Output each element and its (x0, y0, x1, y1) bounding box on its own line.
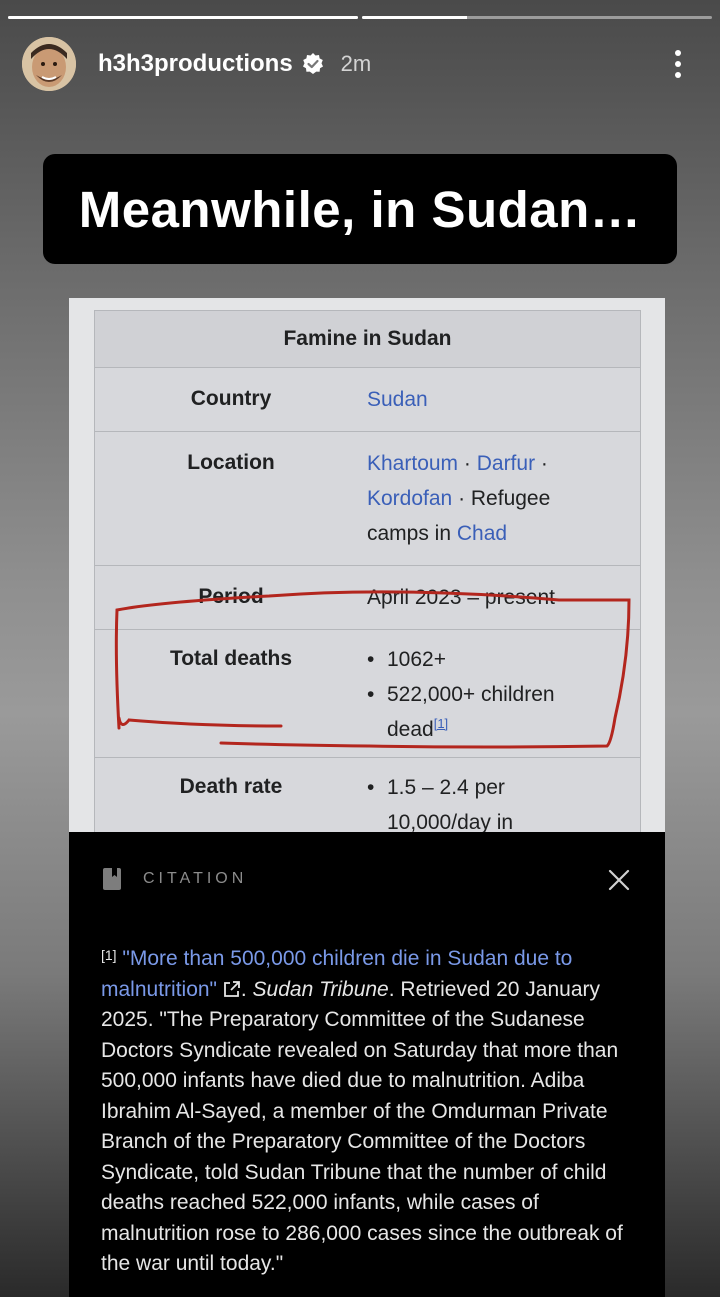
wiki-infobox-screenshot: Famine in Sudan Country Sudan Location K… (69, 298, 665, 833)
citation-quote: . Retrieved 20 January 2025. "The Prepar… (101, 977, 623, 1276)
citation-ref-number: [1] (101, 947, 117, 963)
sudan-link[interactable]: Sudan (367, 388, 428, 411)
chad-link[interactable]: Chad (457, 522, 507, 545)
citation-source: Sudan Tribune (252, 977, 389, 1001)
death-rate-item: 1.5 – 2.4 per10,000/day in (367, 770, 630, 833)
citation-header: CITATION (103, 868, 247, 890)
external-link-icon[interactable] (223, 980, 241, 998)
country-label: Country (190, 387, 272, 410)
story-header: h3h3productions 2m (22, 36, 700, 92)
bookmark-icon (103, 868, 121, 890)
avatar-image (22, 37, 76, 91)
story-progress (8, 16, 712, 19)
caption-text: Meanwhile, in Sudan… (78, 180, 642, 238)
story-progress-segment-1 (8, 16, 358, 19)
deaths-item: 522,000+ childrendead[1] (367, 677, 630, 747)
story-progress-fill-2 (362, 16, 467, 19)
verified-badge-icon (301, 52, 325, 76)
infobox-row-deaths: Total deaths 1062+ 522,000+ childrendead… (95, 630, 640, 758)
citation-text: [1] "More than 500,000 children die in S… (101, 947, 623, 1276)
deaths-label: Total deaths (169, 647, 293, 670)
close-icon[interactable] (607, 868, 631, 892)
username[interactable]: h3h3productions (98, 50, 293, 78)
refugee-text: · Refugee (452, 487, 551, 510)
story-progress-fill-1 (8, 16, 358, 19)
reference-link[interactable]: [1] (434, 716, 448, 731)
location-value: Khartoum · Darfur · Kordofan · Refugee c… (367, 446, 640, 551)
avatar[interactable] (22, 37, 76, 91)
khartoum-link[interactable]: Khartoum (367, 452, 458, 475)
citation-panel: CITATION [1] "More than 500,000 children… (69, 832, 665, 1297)
death-rate-label: Death rate (179, 775, 283, 798)
infobox-title: Famine in Sudan (95, 311, 640, 368)
darfur-link[interactable]: Darfur (477, 452, 535, 475)
infobox-row-country: Country Sudan (95, 368, 640, 432)
kordofan-link[interactable]: Kordofan (367, 487, 452, 510)
citation-header-label: CITATION (143, 870, 248, 887)
period-label: Period (198, 585, 264, 608)
camps-text: camps in (367, 522, 457, 545)
period-value: April 2023 – present (367, 586, 555, 609)
story-progress-segment-2 (362, 16, 712, 19)
death-rate-value: 1.5 – 2.4 per10,000/day in (367, 770, 640, 833)
infobox-row-death-rate: Death rate 1.5 – 2.4 per10,000/day in (95, 758, 640, 833)
deaths-item: 1062+ (367, 642, 630, 677)
story-caption: Meanwhile, in Sudan… (43, 154, 677, 264)
location-label: Location (187, 451, 275, 474)
infobox-row-period: Period April 2023 – present (95, 566, 640, 630)
country-value: Sudan (367, 382, 640, 417)
infobox-row-location: Location Khartoum · Darfur · Kordofan · … (95, 432, 640, 566)
separator: · (535, 452, 548, 475)
separator: · (458, 452, 477, 475)
infobox: Famine in Sudan Country Sudan Location K… (94, 310, 641, 833)
post-time: 2m (340, 51, 372, 76)
more-options-icon[interactable] (658, 44, 698, 84)
deaths-value: 1062+ 522,000+ childrendead[1] (367, 642, 640, 747)
